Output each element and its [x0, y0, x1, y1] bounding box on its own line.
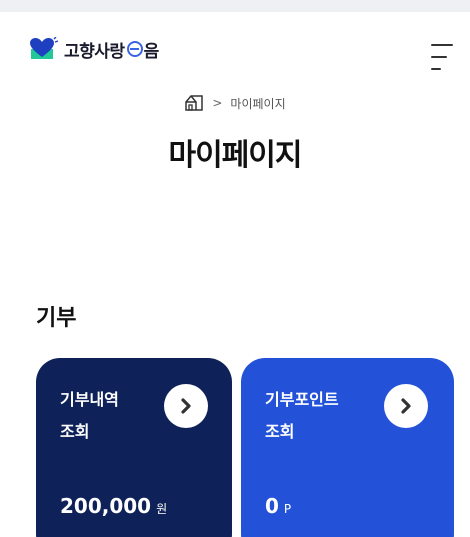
site-logo[interactable]: 고향사랑 음 — [28, 36, 159, 62]
donation-amount-value: 200,000 — [60, 494, 152, 518]
card-label-line2: 조회 — [265, 422, 295, 441]
card-label-line2: 조회 — [60, 422, 90, 441]
breadcrumb-separator: > — [212, 96, 223, 110]
card-label-line1: 기부내역 — [60, 390, 119, 409]
donation-points-unit: P — [283, 502, 292, 516]
hamburger-menu-icon[interactable] — [427, 42, 455, 72]
donation-points-amount: 0 P — [265, 494, 291, 518]
site-header: 고향사랑 음 — [0, 12, 470, 78]
donation-points-card[interactable]: 기부포인트 조회 0 P — [241, 358, 454, 537]
donation-amount-unit: 원 — [156, 502, 168, 516]
chevron-right-icon[interactable] — [384, 384, 428, 428]
logo-text: 고향사랑 음 — [64, 37, 159, 62]
heart-envelope-logo-icon — [28, 36, 59, 61]
donation-points-label: 기부포인트 조회 — [265, 384, 339, 448]
home-icon[interactable] — [184, 93, 204, 113]
logo-text-prefix: 고향사랑 — [64, 41, 125, 62]
logo-text-suffix: 음 — [143, 41, 160, 62]
top-strip — [0, 0, 470, 12]
section-title-donation: 기부 — [36, 306, 77, 331]
card-label-line1: 기부포인트 — [265, 390, 339, 409]
donation-amount: 200,000 원 — [60, 494, 167, 518]
donation-history-card[interactable]: 기부내역 조회 200,000 원 — [36, 358, 232, 537]
breadcrumb: > 마이페이지 — [0, 92, 470, 114]
breadcrumb-current: 마이페이지 — [230, 96, 286, 111]
donation-points-value: 0 — [265, 494, 279, 518]
page-title: 마이페이지 — [168, 138, 303, 173]
chevron-right-icon[interactable] — [164, 384, 208, 428]
logo-e-mark-icon — [126, 41, 143, 57]
donation-history-label: 기부내역 조회 — [60, 384, 119, 448]
